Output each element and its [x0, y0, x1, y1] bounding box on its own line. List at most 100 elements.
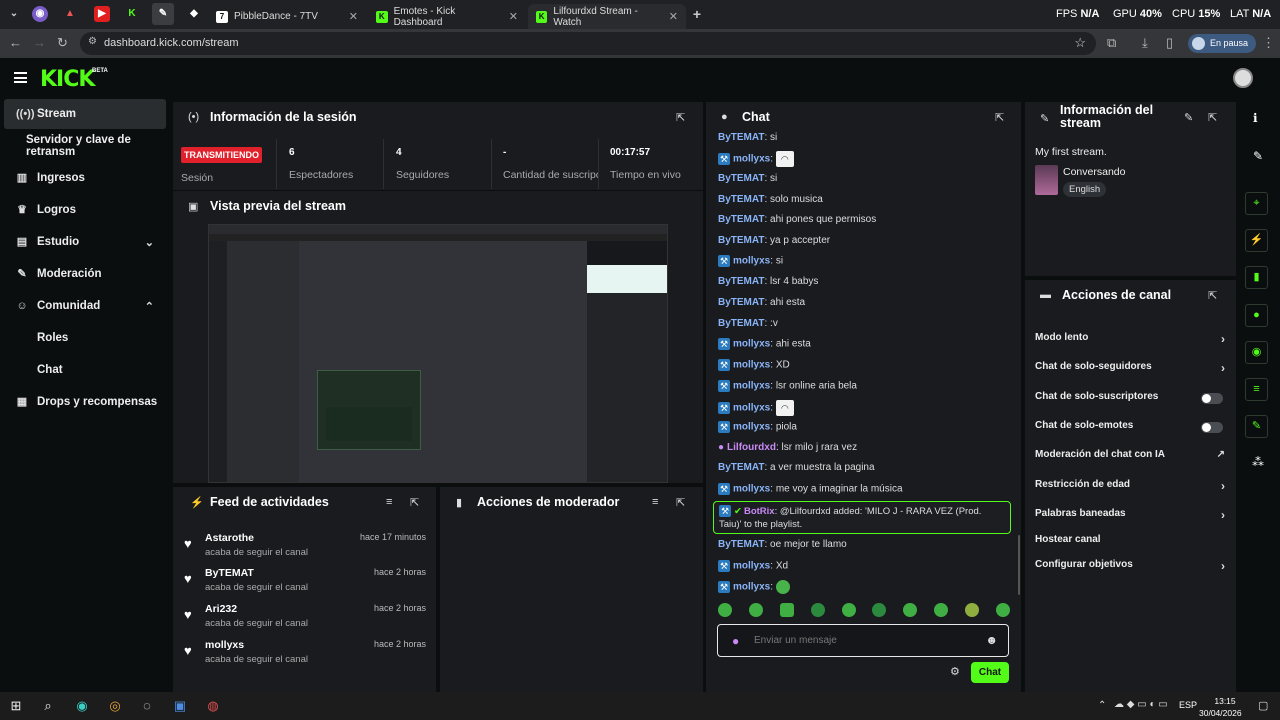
chat-user[interactable]: ByTEMAT — [718, 318, 764, 329]
chat-send-button[interactable]: Chat — [971, 662, 1009, 683]
kick-logo[interactable]: KICK — [40, 67, 95, 92]
back-icon[interactable]: ← — [9, 35, 22, 50]
emotes-only-toggle[interactable] — [1201, 422, 1223, 433]
popout-icon[interactable]: ⇱ — [995, 111, 1004, 124]
action-followers-only[interactable]: Chat de solo-seguidores › — [1035, 361, 1225, 377]
bookmark-star-icon[interactable]: ☆ — [1074, 35, 1086, 51]
notifications-icon[interactable]: ▢ — [1258, 699, 1268, 712]
chat-user[interactable]: ByTEMAT — [718, 194, 764, 205]
rail-target-button[interactable]: ⌖ — [1245, 192, 1268, 215]
hamburger-menu-icon[interactable] — [14, 72, 27, 83]
chat-user[interactable]: mollyxs — [733, 339, 770, 350]
chat-user[interactable]: mollyxs — [733, 256, 770, 267]
sidebar-item-stream[interactable]: ((•)) Stream — [4, 99, 166, 129]
user-avatar[interactable] — [1233, 68, 1253, 88]
action-host-channel[interactable]: Hostear canal — [1035, 534, 1225, 550]
sidebar-item-ingresos[interactable]: ▥ Ingresos — [4, 163, 166, 193]
chat-scrollbar[interactable] — [1018, 535, 1020, 595]
app-icon[interactable]: ◉ — [74, 698, 90, 714]
close-icon[interactable]: ✕ — [349, 10, 358, 23]
extensions-icon[interactable]: ⧉ — [1107, 35, 1116, 51]
action-goals[interactable]: Configurar objetivos › — [1035, 559, 1225, 575]
pinned-tab-youtube[interactable]: ▶ — [94, 6, 110, 22]
action-age-restriction[interactable]: Restricción de edad › — [1035, 479, 1225, 495]
chrome-icon[interactable]: ◎ — [107, 698, 123, 714]
popout-icon[interactable]: ⇱ — [1208, 289, 1217, 302]
sidebar-item-estudio[interactable]: ▤ Estudio ⌄ — [4, 227, 166, 257]
chat-user[interactable]: ByTEMAT — [718, 539, 764, 550]
tray-chevron-icon[interactable]: ⌃ — [1098, 700, 1106, 711]
chat-user[interactable]: mollyxs — [733, 582, 770, 593]
close-icon[interactable]: ✕ — [669, 10, 678, 23]
edit-pencil-icon[interactable]: ✎ — [1184, 111, 1193, 124]
chat-input-field[interactable]: ● Enviar un mensaje ☻ — [717, 624, 1009, 657]
rail-wrench-button[interactable]: ✎ — [1245, 415, 1268, 438]
chat-user[interactable]: ByTEMAT — [718, 297, 764, 308]
rail-lightning-button[interactable]: ⚡ — [1245, 229, 1268, 252]
sidebar-item-roles[interactable]: Roles — [4, 323, 166, 353]
sidebar-item-chat[interactable]: Chat — [4, 355, 166, 385]
rail-list-button[interactable]: ≡ — [1245, 378, 1268, 401]
site-info-icon[interactable]: ⚙ — [88, 36, 97, 47]
subscribers-only-toggle[interactable] — [1201, 393, 1223, 404]
stream-category[interactable]: Conversando — [1063, 166, 1125, 178]
download-icon[interactable]: ⤓ — [1142, 35, 1148, 51]
feed-user[interactable]: Astarothe — [205, 532, 254, 544]
chat-user[interactable]: BotRix — [744, 506, 775, 517]
sidebar-icon[interactable]: ▯ — [1166, 35, 1173, 51]
emote-icon[interactable] — [779, 603, 794, 617]
windows-start-icon[interactable]: ⊞ — [8, 698, 24, 714]
chat-user[interactable]: mollyxs — [733, 360, 770, 371]
sidebar-item-comunidad[interactable]: ☺ Comunidad ⌃ — [4, 291, 166, 321]
action-banned-words[interactable]: Palabras baneadas › — [1035, 508, 1225, 524]
stream-preview-video[interactable] — [208, 224, 668, 483]
rail-broadcast-button[interactable]: ◉ — [1245, 341, 1268, 364]
pinned-tab-kick[interactable]: K — [124, 6, 140, 22]
obs-icon[interactable]: ◍ — [205, 698, 221, 714]
emote-icon[interactable] — [965, 603, 979, 617]
forward-icon[interactable]: → — [33, 35, 46, 50]
menu-icon[interactable]: ⋮ — [1262, 35, 1275, 51]
feed-user[interactable]: Ari232 — [205, 603, 237, 615]
emote-icon[interactable] — [810, 603, 825, 617]
pinned-tab-7[interactable]: ◆ — [186, 6, 202, 22]
close-icon[interactable]: ✕ — [509, 10, 518, 23]
app-icon[interactable]: ▣ — [172, 698, 188, 714]
tab-7tv[interactable]: 7 PibbleDance - 7TV ✕ — [208, 4, 366, 29]
chat-user[interactable]: ByTEMAT — [718, 235, 764, 246]
sidebar-item-drops[interactable]: ▦ Drops y recompensas — [4, 387, 166, 417]
more-dots-icon[interactable]: ⁂ — [1252, 455, 1264, 469]
chat-user[interactable]: ByTEMAT — [718, 462, 764, 473]
pinned-tab-1[interactable]: ◉ — [32, 6, 48, 22]
action-ai-moderation[interactable]: Moderación del chat con IA ↗ — [1035, 449, 1225, 465]
tray-icons[interactable]: ☁ ◆ ▭ ◐ ▭ — [1114, 699, 1168, 710]
sidebar-item-moderacion[interactable]: ✎ Moderación — [4, 259, 166, 289]
filter-icon[interactable]: ≡ — [652, 496, 658, 508]
sidebar-item-server-key[interactable]: Servidor y clave de retransm — [0, 131, 172, 161]
feed-user[interactable]: ByTEMAT — [205, 567, 254, 579]
search-icon[interactable]: ⌕ — [40, 698, 56, 714]
chat-user[interactable]: mollyxs — [733, 403, 770, 414]
chat-user[interactable]: mollyxs — [733, 154, 770, 165]
tab-search-icon[interactable]: ⌄ — [6, 6, 22, 22]
tab-emotes[interactable]: K Emotes - Kick Dashboard ✕ — [368, 4, 526, 29]
feed-user[interactable]: mollyxs — [205, 639, 244, 651]
emote-icon[interactable] — [841, 603, 856, 617]
rail-card-button[interactable]: ▮ — [1245, 266, 1268, 289]
emote-icon[interactable] — [934, 603, 949, 617]
reload-icon[interactable]: ↻ — [57, 35, 68, 51]
rail-chat-button[interactable]: ● — [1245, 304, 1268, 327]
sidebar-item-logros[interactable]: ♛ Logros — [4, 195, 166, 225]
settings-gear-icon[interactable]: ⚙ — [950, 665, 960, 678]
info-icon[interactable]: ℹ — [1253, 111, 1258, 125]
emote-icon[interactable] — [872, 603, 887, 617]
emote-icon[interactable] — [995, 603, 1010, 617]
popout-icon[interactable]: ⇱ — [676, 496, 685, 509]
emote-icon[interactable] — [903, 603, 918, 617]
app-icon[interactable]: ◌ — [139, 698, 155, 714]
chat-user[interactable]: ByTEMAT — [718, 132, 764, 143]
chat-user[interactable]: ByTEMAT — [718, 276, 764, 287]
url-field[interactable]: ⚙ dashboard.kick.com/stream ☆ — [80, 32, 1096, 55]
chat-user[interactable]: mollyxs — [733, 381, 770, 392]
emoji-icon[interactable]: ☻ — [985, 633, 998, 647]
